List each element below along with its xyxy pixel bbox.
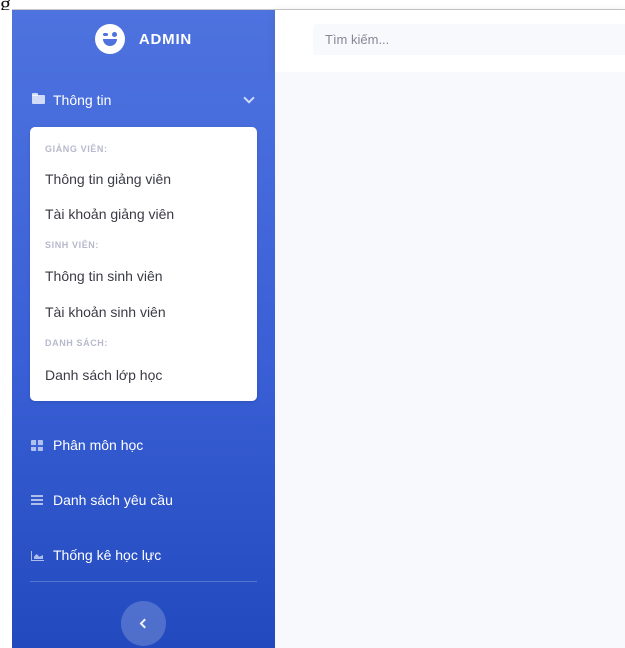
topbar [275,10,625,72]
brand-name: ADMIN [138,30,193,48]
list-icon [31,495,43,506]
sidebar-item-label: Phân môn học [53,437,144,453]
sidebar-toggle-button[interactable] [121,601,166,646]
search-input[interactable] [313,24,625,55]
thong-tin-dropdown-panel: GIẢNG VIÊN: Thông tin giảng viên Tài kho… [30,127,257,401]
menu-item-thong-tin-sinh-vien[interactable]: Thông tin sinh viên [45,268,245,284]
menu-item-danh-sach-lop-hoc[interactable]: Danh sách lớp học [45,367,245,383]
main-content-area [275,72,625,648]
sidebar-item-thong-tin[interactable]: Thông tin [12,86,275,114]
group-header-sinh-vien: SINH VIÊN: [45,240,100,250]
table-icon [31,440,43,451]
clipped-text-fragment: g [0,0,12,10]
group-header-danh-sach: DANH SÁCH: [45,338,108,348]
sidebar-item-danh-sach-yeu-cau[interactable]: Danh sách yêu cầu [12,489,275,513]
sidebar-item-phan-mon-hoc[interactable]: Phân môn học [12,434,275,458]
sidebar-item-label: Thông tin [53,92,112,108]
sidebar-item-label: Thống kê học lực [53,547,162,563]
menu-item-thong-tin-giang-vien[interactable]: Thông tin giảng viên [45,171,245,187]
sidebar-item-label: Danh sách yêu cầu [53,492,173,508]
menu-item-tai-khoan-sinh-vien[interactable]: Tài khoản sinh viên [45,304,245,320]
sidebar: ADMIN Thông tin GIẢNG VIÊN: Thông tin gi… [12,10,275,648]
sidebar-divider [30,581,257,582]
chart-area-icon [31,551,44,561]
group-header-giang-vien: GIẢNG VIÊN: [45,144,108,154]
chevron-left-icon [139,618,150,629]
folder-icon [32,93,45,104]
sidebar-item-thong-ke-hoc-luc[interactable]: Thống kê học lực [12,544,275,568]
brand-eye [111,32,117,37]
menu-item-tai-khoan-giang-vien[interactable]: Tài khoản giảng viên [45,206,245,222]
winking-face-icon [94,24,125,54]
sidebar-brand[interactable]: ADMIN [12,10,275,68]
app-page: g ADMIN Thông tin GIẢNG VIÊN: Thông tin … [0,0,625,648]
chevron-down-icon [243,92,255,104]
